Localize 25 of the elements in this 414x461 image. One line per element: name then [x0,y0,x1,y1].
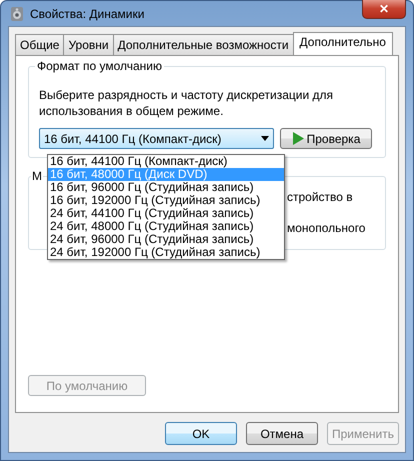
dialog-button[interactable]: Отмена [246,422,318,445]
group-title: М [31,169,43,183]
caret-icon [261,136,269,141]
option-text: стройство в [287,190,353,204]
close-button[interactable]: ✕ [362,0,406,19]
description-text: Выберите разрядность и частоту дискретизации для использования в общем режиме. [39,87,334,119]
dropdown-option[interactable]: 24 бит, 48000 Гц (Студийная запись) [48,220,284,233]
play-icon [292,132,304,145]
tab[interactable]: Уровни [63,34,114,55]
dropdown-option[interactable]: 24 бит, 44100 Гц (Студийная запись) [48,207,284,220]
dropdown-option[interactable]: 16 бит, 44100 Гц (Компакт-диск) [48,155,284,168]
dropdown-option[interactable]: 16 бит, 192000 Гц (Студийная запись) [48,194,284,207]
tab[interactable]: Дополнительные возможности [112,34,294,55]
dropdown-option[interactable]: 24 бит, 96000 Гц (Студийная запись) [48,233,284,246]
window-title: Свойства: Динамики [30,6,146,20]
tab[interactable]: Дополнительно [292,32,393,56]
format-dropdown[interactable]: 16 бит, 44100 Гц (Компакт-диск) [39,128,274,149]
dialog-button[interactable]: OK [165,422,237,445]
group-title: Формат по умолчанию [35,59,164,73]
dropdown-option[interactable]: 16 бит, 96000 Гц (Студийная запись) [48,181,284,194]
option-text: монопольного [287,221,366,235]
test-button[interactable]: Проверка [280,128,372,149]
dropdown-option[interactable]: 24 бит, 192000 Гц (Студийная запись) [48,246,284,259]
speaker-icon [10,6,24,22]
tab[interactable]: Общие [15,34,64,55]
